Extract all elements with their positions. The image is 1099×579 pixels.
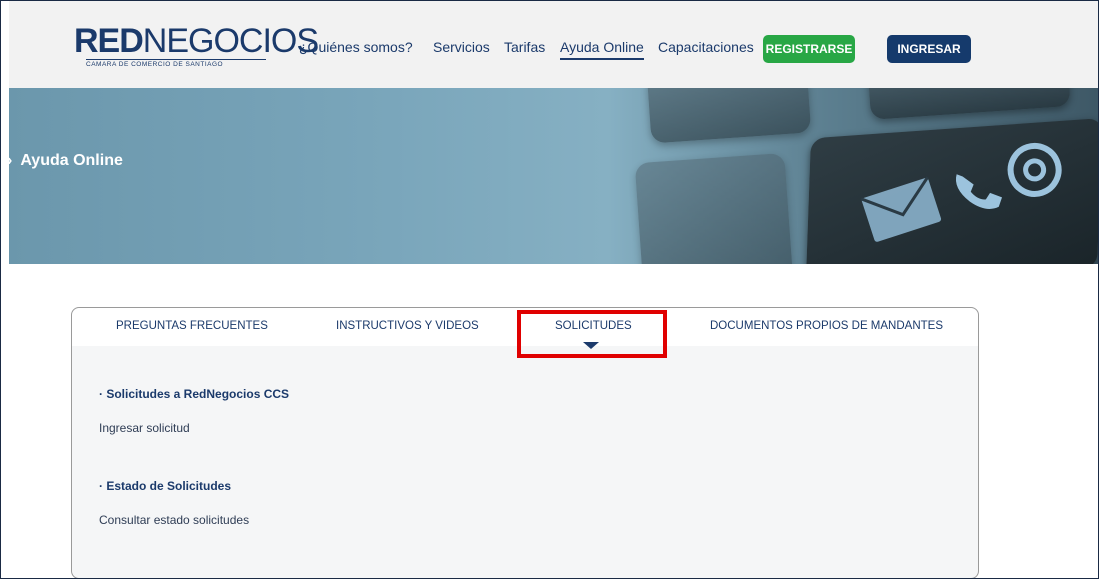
tab-documentos-propios-de-mandantes[interactable]: DOCUMENTOS PROPIOS DE MANDANTES [710,320,943,332]
hero-banner: › Ayuda Online [9,88,1098,264]
at-sign-icon [1007,142,1062,197]
page-title-text: Ayuda Online [20,152,123,169]
nav-tarifas[interactable]: Tarifas [504,39,545,55]
contact-icons-image [860,142,1062,242]
logo-wordmark: REDNEGOCIOS [74,21,319,61]
section-title-estado: · Estado de Solicitudes [99,479,232,493]
keyboard-key-image [867,88,1071,120]
nav-ayuda-online[interactable]: Ayuda Online [560,39,644,60]
register-button[interactable]: REGISTRARSE [763,35,855,63]
section-title-solicitudes: · Solicitudes a RedNegocios CCS [99,387,290,401]
envelope-icon [860,176,942,242]
tab-instructivos-y-videos[interactable]: INSTRUCTIVOS Y VIDEOS [336,320,479,332]
keyboard-key-image [646,88,812,144]
help-tabs-panel: PREGUNTAS FRECUENTES INSTRUCTIVOS Y VIDE… [71,307,979,578]
login-button[interactable]: INGRESAR [887,35,971,63]
nav-servicios[interactable]: Servicios [433,39,490,55]
page-title: › Ayuda Online [9,152,123,170]
logo-wordmark-rest: NEGOCIOS [142,22,319,60]
ingresar-solicitud-link[interactable]: Ingresar solicitud [99,421,190,435]
highlight-box [517,310,667,358]
logo-wordmark-bold: RED [74,22,144,60]
keyboard-key-image [634,152,794,264]
page-frame: REDNEGOCIOS CAMARA DE COMERCIO DE SANTIA… [0,0,1099,579]
logo-subtitle: CAMARA DE COMERCIO DE SANTIAGO [86,59,266,68]
nav-capacitaciones[interactable]: Capacitaciones [658,39,754,55]
consultar-estado-link[interactable]: Consultar estado solicitudes [99,513,249,527]
nav-quienes-somos[interactable]: ¿Quiénes somos? [299,39,413,55]
tab-preguntas-frecuentes[interactable]: PREGUNTAS FRECUENTES [116,320,268,332]
chevron-right-icon: › [9,152,12,169]
rednegocios-logo[interactable]: REDNEGOCIOS CAMARA DE COMERCIO DE SANTIA… [64,21,319,73]
site-header: REDNEGOCIOS CAMARA DE COMERCIO DE SANTIA… [9,1,1098,88]
phone-icon [956,174,1003,209]
